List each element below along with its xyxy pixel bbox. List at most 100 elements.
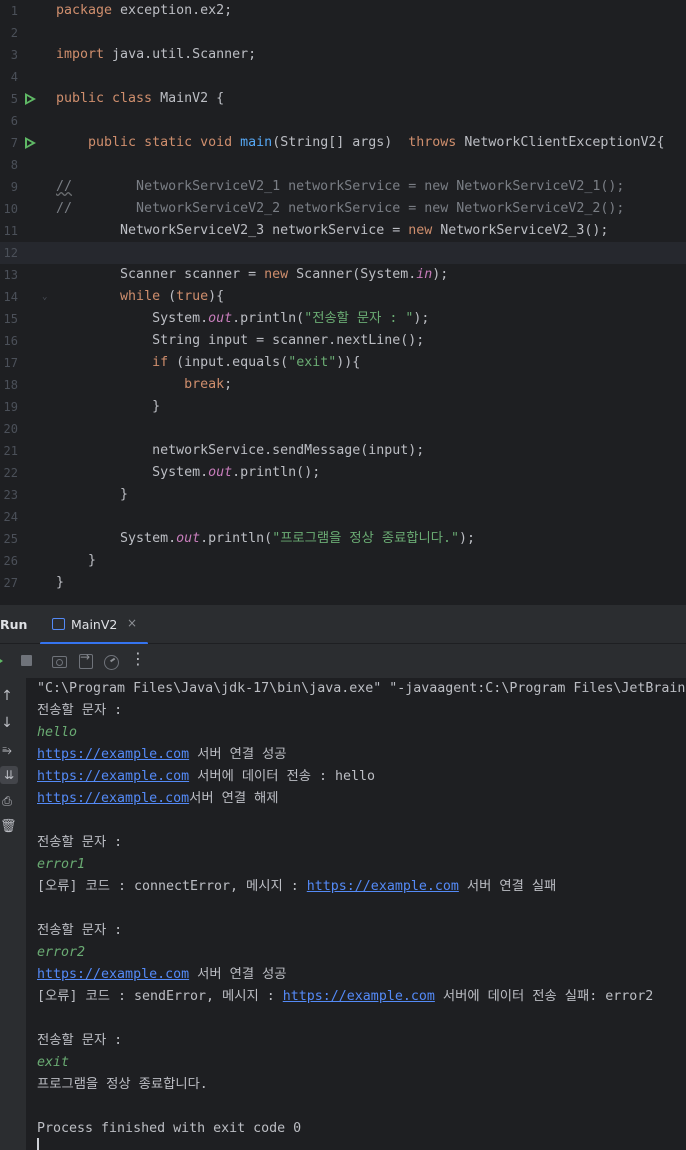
code-token: package xyxy=(56,3,113,18)
code-line[interactable]: 22 System.out.println(); xyxy=(0,462,686,484)
code-text: import java.util.Scanner; xyxy=(56,44,256,66)
line-number: 8 xyxy=(10,158,18,172)
line-number: 12 xyxy=(3,246,18,260)
export-icon[interactable] xyxy=(78,650,94,669)
console-link[interactable]: https://example.com xyxy=(307,879,459,894)
code-text: public class MainV2 { xyxy=(56,88,224,110)
code-line[interactable]: 8 xyxy=(0,154,686,176)
tab-mainv2[interactable]: MainV2 × xyxy=(40,605,148,645)
run-gutter-icon[interactable] xyxy=(24,93,36,105)
code-token: out xyxy=(176,531,201,546)
code-token: out xyxy=(208,311,233,326)
code-token: networkService.sendMessage(input); xyxy=(56,443,425,458)
console-line: 전송할 문자 : xyxy=(37,920,122,942)
code-text: Scanner scanner = new Scanner(System.in)… xyxy=(56,264,448,286)
more-options-icon[interactable]: ⋮ xyxy=(130,650,146,668)
console-text: [오류] 코드 : sendError, 메시지 : xyxy=(37,989,283,1004)
code-line[interactable]: 27} xyxy=(0,572,686,594)
print-icon[interactable]: ⎙ xyxy=(0,792,14,810)
code-token: ; xyxy=(224,377,233,392)
fold-icon[interactable]: ⌄ xyxy=(42,286,47,308)
code-token: (String[] args) xyxy=(272,135,409,150)
gauge-icon[interactable] xyxy=(103,653,119,670)
trash-icon[interactable]: 🗑 xyxy=(0,818,17,836)
run-panel-title[interactable]: Run xyxy=(0,617,27,632)
console-output[interactable]: "C:\Program Files\Java\jdk-17\bin\java.e… xyxy=(26,678,686,1150)
code-token: public class xyxy=(56,91,153,106)
code-line[interactable]: 25 System.out.println("프로그램을 정상 종료합니다.")… xyxy=(0,528,686,550)
code-line[interactable]: 19 } xyxy=(0,396,686,418)
code-token: ); xyxy=(459,531,476,546)
soft-wrap-icon[interactable]: ⥱ xyxy=(0,741,14,759)
code-line[interactable]: 3 import java.util.Scanner; xyxy=(0,44,686,66)
console-text: 전송할 문자 : xyxy=(37,835,123,850)
code-line[interactable]: 7 public static void main(String[] args)… xyxy=(0,132,686,154)
code-line[interactable]: 24 xyxy=(0,506,686,528)
code-text: System.out.println("프로그램을 정상 종료합니다."); xyxy=(56,528,475,550)
code-line[interactable]: 16 String input = scanner.nextLine(); xyxy=(0,330,686,352)
code-line[interactable]: 18 break; xyxy=(0,374,686,396)
code-line[interactable]: 2 xyxy=(0,22,686,44)
code-token: NetworkServiceV2_1 networkService = new … xyxy=(72,179,625,194)
code-token: System. xyxy=(56,465,209,480)
tab-label: MainV2 xyxy=(71,617,118,632)
stop-icon[interactable] xyxy=(19,653,35,669)
arrow-up-icon[interactable]: ↑ xyxy=(0,687,14,705)
line-number: 20 xyxy=(3,422,18,436)
code-token: "exit" xyxy=(288,355,337,370)
run-gutter-icon[interactable] xyxy=(24,137,36,149)
code-text: break; xyxy=(56,374,232,396)
code-line[interactable]: 15 System.out.println("전송할 문자 : "); xyxy=(0,308,686,330)
code-token: public static void xyxy=(88,135,233,150)
code-token: String input = scanner.nextLine(); xyxy=(56,333,425,348)
console-line: 전송할 문자 : xyxy=(37,1030,122,1052)
console-text: 전송할 문자 : xyxy=(37,923,123,938)
code-token: out xyxy=(208,465,233,480)
code-line[interactable]: 13 Scanner scanner = new Scanner(System.… xyxy=(0,264,686,286)
code-token: .println( xyxy=(200,531,273,546)
code-line[interactable]: 1 package exception.ex2; xyxy=(0,0,686,22)
code-token: java.util.Scanner; xyxy=(104,47,257,62)
code-line[interactable]: 6 xyxy=(0,110,686,132)
console-text: 서버 연결 해제 xyxy=(189,791,279,806)
code-line[interactable]: 5 public class MainV2 { xyxy=(0,88,686,110)
close-icon[interactable]: × xyxy=(127,616,137,630)
code-token: while xyxy=(120,289,161,304)
line-number: 14 xyxy=(3,290,18,304)
code-line[interactable]: 11 NetworkServiceV2_3 networkService = n… xyxy=(0,220,686,242)
arrow-down-icon[interactable]: ↓ xyxy=(0,714,14,732)
code-line[interactable]: 17 if (input.equals("exit")){ xyxy=(0,352,686,374)
console-link[interactable]: https://example.com xyxy=(283,989,435,1004)
scroll-to-end-icon[interactable]: ⇊ xyxy=(0,766,18,784)
console-link[interactable]: https://example.com xyxy=(37,967,189,982)
code-token: System. xyxy=(56,311,209,326)
code-token: } xyxy=(56,487,129,502)
camera-icon[interactable] xyxy=(51,653,67,669)
console-line: [오류] 코드 : sendError, 메시지 : https://examp… xyxy=(37,986,653,1008)
line-number: 11 xyxy=(3,224,18,238)
code-text: System.out.println(); xyxy=(56,462,320,484)
code-token: .println(); xyxy=(232,465,321,480)
code-line[interactable]: 9 // NetworkServiceV2_1 networkService = … xyxy=(0,176,686,198)
line-number: 16 xyxy=(3,334,18,348)
code-token: import xyxy=(56,47,105,62)
code-line[interactable]: 26 } xyxy=(0,550,686,572)
code-line[interactable]: 23 } xyxy=(0,484,686,506)
code-token: ); xyxy=(432,267,449,282)
code-line[interactable]: 12 xyxy=(0,242,686,264)
console-link[interactable]: https://example.com xyxy=(37,747,189,762)
console-link[interactable]: https://example.com xyxy=(37,791,189,806)
code-line[interactable]: 10 // NetworkServiceV2_2 networkService =… xyxy=(0,198,686,220)
code-token: throws xyxy=(408,135,457,150)
code-text: networkService.sendMessage(input); xyxy=(56,440,424,462)
console-link[interactable]: https://example.com xyxy=(37,769,189,784)
code-line[interactable]: 14 ⌄ while (true){ xyxy=(0,286,686,308)
code-editor[interactable]: 1 package exception.ex2; 2 3 import java.uti… xyxy=(0,0,686,604)
console-text: 서버 연결 실패 xyxy=(458,879,557,894)
rerun-icon[interactable] xyxy=(0,653,10,669)
code-line[interactable]: 21 networkService.sendMessage(input); xyxy=(0,440,686,462)
code-line[interactable]: 4 xyxy=(0,66,686,88)
code-token: NetworkClientExceptionV2{ xyxy=(456,135,665,150)
code-line[interactable]: 20 xyxy=(0,418,686,440)
